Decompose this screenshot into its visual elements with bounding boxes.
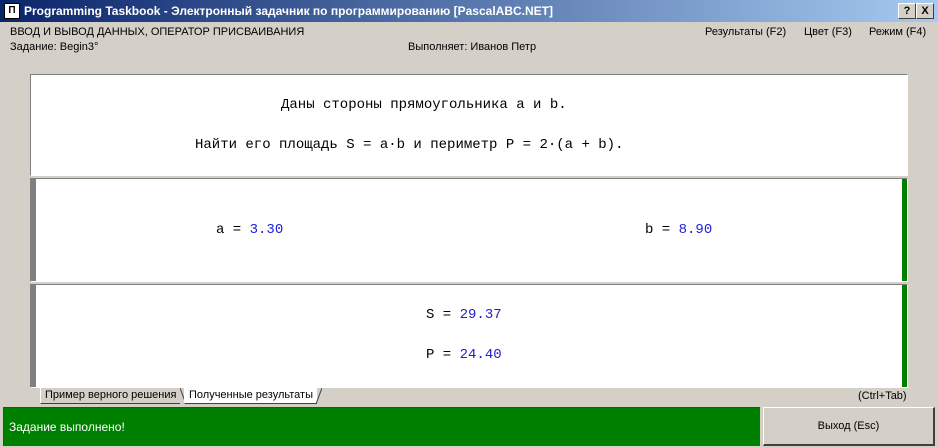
results-left-bar [31,285,36,387]
result-s: S = 29.37 [426,307,502,323]
status-bar: Задание выполнено! [3,407,760,446]
p-label: P = [426,347,460,363]
window-title: Programming Taskbook - Электронный задач… [24,4,553,18]
a-label: a = [216,222,250,238]
section-title: ВВОД И ВЫВОД ДАННЫХ, ОПЕРАТОР ПРИСВАИВАН… [10,26,305,38]
b-label: b = [645,222,679,238]
result-p: P = 24.40 [426,347,502,363]
exit-button[interactable]: Выход (Esc) [763,407,935,446]
tab-shortcut-hint: (Ctrl+Tab) [858,390,907,402]
input-a: a = 3.30 [216,222,283,238]
task-line-1: Даны стороны прямоугольника a и b. [281,97,567,113]
p-value: 24.40 [459,347,502,363]
results-panel: S = 29.37 P = 24.40 [30,284,908,388]
title-bar: Π Programming Taskbook - Электронный зад… [0,0,938,22]
task-name: Задание: Begin3° [10,41,99,53]
menu-mode[interactable]: Режим (F4) [869,26,926,38]
close-button[interactable]: X [916,3,934,19]
tab-edge [316,388,322,404]
input-data-panel: a = 3.30 b = 8.90 [30,178,908,282]
menu-results[interactable]: Результаты (F2) [705,26,786,38]
s-label: S = [426,307,460,323]
performer-name: Выполняет: Иванов Петр [408,41,537,53]
taskbook-window: Π Programming Taskbook - Электронный зад… [0,0,938,448]
menu-color[interactable]: Цвет (F3) [804,26,852,38]
app-icon: Π [4,3,20,19]
a-value: 3.30 [249,222,284,238]
input-left-bar [31,179,36,281]
help-button[interactable]: ? [898,3,916,19]
s-value: 29.37 [459,307,502,323]
task-description-panel: Даны стороны прямоугольника a и b. Найти… [30,74,908,176]
tab-sample-solution[interactable]: Пример верного решения [40,388,181,404]
input-status-bar [902,179,907,281]
tab-obtained-results[interactable]: Полученные результаты [184,388,317,404]
results-status-bar [902,285,907,387]
status-message: Задание выполнено! [9,420,125,434]
task-line-2: Найти его площадь S = a·b и периметр P =… [195,137,624,153]
b-value: 8.90 [678,222,713,238]
input-b: b = 8.90 [645,222,712,238]
